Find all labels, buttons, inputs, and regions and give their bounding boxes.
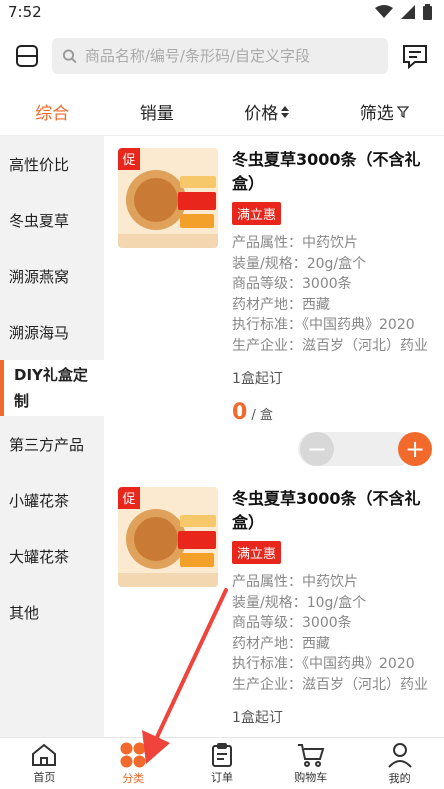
category-item[interactable]: 第三方产品 [0,416,104,472]
product-card[interactable]: 促 冬虫夏草3000条（不含礼盒） 满立惠 产品属性：中药饮片 装量/规格：20… [118,148,432,467]
scan-icon [16,45,38,67]
category-item[interactable]: 高性价比 [0,136,104,192]
message-button[interactable] [398,39,432,73]
sort-tab-sales[interactable]: 销量 [140,99,174,124]
price-value: 0 [232,400,248,425]
nav-orders[interactable]: 订单 [178,738,267,789]
product-attr: 产品属性：中药饮片 [232,574,358,590]
category-label: DIY礼盒定制 [14,366,88,410]
minus-icon: − [306,435,328,463]
sort-tab-price[interactable]: 价格 [244,99,290,124]
nav-label: 分类 [122,771,145,785]
product-attr: 商品等级：3000条 [232,276,352,292]
sort-updown-icon [281,105,290,118]
product-name[interactable]: 冬虫夏草3000条（不含礼盒） [232,148,432,196]
message-icon [403,45,427,69]
product-image[interactable]: 促 [118,148,218,248]
min-order: 1盒起订 [232,371,283,387]
category-label: 小罐花茶 [9,491,70,510]
plus-icon: + [404,435,426,463]
cart-icon [297,743,325,767]
category-item[interactable]: 其他 [0,584,104,640]
product-info: 冬虫夏草3000条（不含礼盒） 满立惠 产品属性：中药饮片 装量/规格：20g/… [232,148,432,467]
product-attr: 生产企业：滋百岁（河北）药业 [232,676,428,693]
wifi-icon [375,5,393,18]
sort-tab-label: 价格 [244,104,279,124]
product-info: 冬虫夏草3000条（不含礼盒） 满立惠 产品属性：中药饮片 装量/规格：10g/… [232,487,432,739]
category-item-active[interactable]: DIY礼盒定制 [0,360,104,416]
home-icon [32,743,57,766]
scan-button[interactable] [12,41,42,71]
product-name[interactable]: 冬虫夏草3000条（不含礼盒） [232,487,432,535]
filter-icon [396,105,409,118]
category-label: 溯源燕窝 [9,267,70,286]
promo-badge: 促 [122,492,135,507]
category-item[interactable]: 冬虫夏草 [0,192,104,248]
promo-badge: 促 [122,153,135,168]
nav-cart[interactable]: 购物车 [266,738,355,789]
product-attr: 药材产地：西藏 [232,296,330,313]
nav-profile[interactable]: 我的 [355,738,444,789]
sort-tab-filter[interactable]: 筛选 [360,99,409,124]
profile-icon [387,742,412,768]
nav-category[interactable]: 分类 [89,738,178,789]
promo-tag: 满立惠 [232,202,282,225]
decrease-button[interactable]: − [300,432,334,466]
category-sidebar: 高性价比 冬虫夏草 溯源燕窝 溯源海马 DIY礼盒定制 第三方产品 小罐花茶 大… [0,136,104,739]
category-item[interactable]: 溯源燕窝 [0,248,104,304]
category-label: 大罐花茶 [9,547,70,566]
search-input[interactable] [84,47,378,65]
nav-label: 首页 [33,770,56,784]
product-card[interactable]: 促 冬虫夏草3000条（不含礼盒） 满立惠 产品属性：中药饮片 装量/规格：10… [118,487,432,739]
category-label: 溯源海马 [9,323,70,342]
bottom-nav: 首页 分类 订单 购物车 我的 [0,737,444,789]
nav-label: 我的 [388,771,411,785]
category-label: 高性价比 [9,155,70,174]
status-bar: 7:52 [0,0,444,24]
price: 0 / 盒 [232,400,432,425]
search-icon [62,49,77,64]
product-attr: 生产企业：滋百岁（河北）药业 [232,337,428,354]
nav-home[interactable]: 首页 [0,738,89,789]
nav-label: 购物车 [294,770,328,784]
sort-tab-label: 筛选 [359,104,394,124]
category-item[interactable]: 大罐花茶 [0,528,104,584]
price-unit: / 盒 [251,408,273,423]
sort-tab-label: 销量 [139,104,174,124]
product-list: 促 冬虫夏草3000条（不含礼盒） 满立惠 产品属性：中药饮片 装量/规格：20… [104,136,444,739]
product-attr: 药材产地：西藏 [232,635,330,652]
product-attr: 执行标准：《中国药典》2020 [232,317,415,333]
category-item[interactable]: 溯源海马 [0,304,104,360]
content-area: 高性价比 冬虫夏草 溯源燕窝 溯源海马 DIY礼盒定制 第三方产品 小罐花茶 大… [0,136,444,739]
product-attr: 产品属性：中药饮片 [232,235,358,251]
category-label: 冬虫夏草 [9,211,70,230]
nav-label: 订单 [210,770,233,784]
status-time: 7:52 [8,3,42,21]
header [0,24,444,88]
product-attr: 装量/规格：20g/盒个 [232,255,367,272]
sort-tab-label: 综合 [35,104,70,124]
increase-button[interactable]: + [398,432,432,466]
battery-icon [423,4,432,20]
status-icons [375,4,432,20]
product-image[interactable]: 促 [118,487,218,587]
quantity-stepper: − + [232,431,432,467]
product-attr: 商品等级：3000条 [232,615,352,631]
category-label: 第三方产品 [9,435,85,454]
product-attr: 装量/规格：10g/盒个 [232,594,367,611]
category-label: 其他 [9,603,40,622]
product-attr: 执行标准：《中国药典》2020 [232,656,415,672]
promo-tag: 满立惠 [232,541,282,564]
search-bar[interactable] [52,38,388,74]
order-icon [211,742,232,767]
category-icon [120,742,146,767]
category-item[interactable]: 小罐花茶 [0,472,104,528]
signal-icon [401,5,415,19]
sort-bar: 综合 销量 价格 筛选 [0,88,444,136]
min-order: 1盒起订 [232,710,283,726]
sort-tab-comprehensive[interactable]: 综合 [35,99,69,124]
